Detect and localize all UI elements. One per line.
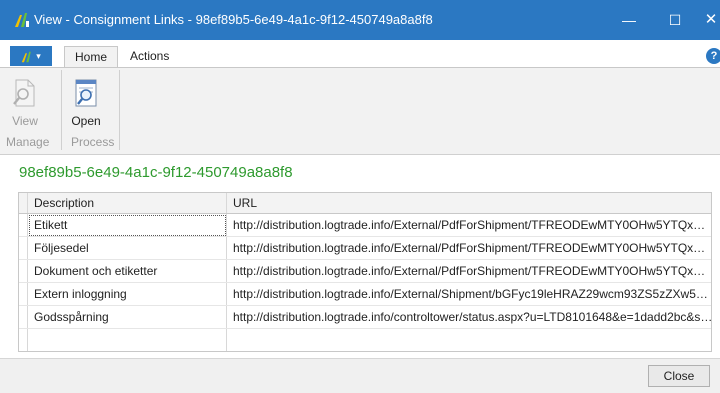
url-cell[interactable]: http://distribution.logtrade.info/Extern…	[226, 213, 711, 237]
column-header-url[interactable]: URL	[226, 193, 711, 214]
dialog-footer: Close	[0, 358, 720, 393]
url-cell[interactable]	[226, 328, 711, 351]
table-row[interactable]: Etikett http://distribution.logtrade.inf…	[19, 213, 711, 237]
app-menu-button[interactable]: ▾	[10, 46, 52, 66]
group-label-process: Process	[71, 135, 115, 149]
chevron-down-icon: ▾	[36, 51, 41, 61]
group-label-manage: Manage	[6, 135, 50, 149]
dialog-window: View - Consignment Links - 98ef89b5-6e49…	[0, 0, 720, 393]
view-button-label: View	[12, 114, 38, 128]
description-cell[interactable]: Etikett	[27, 213, 227, 237]
row-selector[interactable]	[19, 236, 28, 260]
open-link-icon	[75, 79, 97, 107]
column-header-description[interactable]: Description	[27, 193, 227, 214]
table-row[interactable]: Följesedel http://distribution.logtrade.…	[19, 236, 711, 260]
document-view-icon	[13, 79, 35, 107]
row-selector[interactable]	[19, 328, 28, 351]
row-selector[interactable]	[19, 305, 28, 329]
open-button-label: Open	[71, 114, 101, 128]
row-selector[interactable]	[19, 213, 28, 237]
app-logo-icon	[21, 51, 31, 62]
group-separator	[61, 70, 62, 150]
url-cell[interactable]: http://distribution.logtrade.info/Extern…	[226, 282, 711, 306]
tab-home[interactable]: Home	[64, 46, 119, 68]
links-grid[interactable]: Description URL Etikett http://distribut…	[18, 192, 712, 352]
view-button[interactable]: View	[5, 78, 45, 128]
open-button[interactable]: Open	[66, 78, 106, 128]
group-separator	[119, 70, 120, 150]
url-cell[interactable]: http://distribution.logtrade.info/Extern…	[226, 259, 711, 283]
description-cell[interactable]: Godsspårning	[27, 305, 227, 329]
app-logo-icon	[15, 13, 29, 27]
description-cell[interactable]: Följesedel	[27, 236, 227, 260]
minimize-button[interactable]: —	[606, 0, 652, 40]
close-button[interactable]: Close	[648, 365, 710, 387]
table-row[interactable]: Extern inloggning http://distribution.lo…	[19, 282, 711, 306]
ribbon-panel: View Open Manage Process	[0, 67, 720, 155]
table-row[interactable]: Godsspårning http://distribution.logtrad…	[19, 305, 711, 329]
row-selector[interactable]	[19, 259, 28, 283]
tab-actions[interactable]: Actions	[120, 46, 179, 67]
row-selector[interactable]	[19, 282, 28, 306]
record-heading: 98ef89b5-6e49-4a1c-9f12-450749a8a8f8	[19, 164, 293, 181]
window-close-button[interactable]: ✕	[688, 0, 720, 40]
new-row[interactable]	[19, 328, 711, 351]
table-row[interactable]: Dokument och etiketter http://distributi…	[19, 259, 711, 283]
description-cell[interactable]: Extern inloggning	[27, 282, 227, 306]
url-cell[interactable]: http://distribution.logtrade.info/contro…	[226, 305, 711, 329]
description-cell[interactable]	[27, 328, 227, 351]
row-selector-header[interactable]	[19, 193, 28, 214]
title-bar[interactable]: View - Consignment Links - 98ef89b5-6e49…	[0, 0, 720, 40]
window-title: View - Consignment Links - 98ef89b5-6e49…	[34, 12, 433, 27]
help-icon[interactable]: ?	[706, 48, 720, 64]
url-cell[interactable]: http://distribution.logtrade.info/Extern…	[226, 236, 711, 260]
description-cell[interactable]: Dokument och etiketter	[27, 259, 227, 283]
